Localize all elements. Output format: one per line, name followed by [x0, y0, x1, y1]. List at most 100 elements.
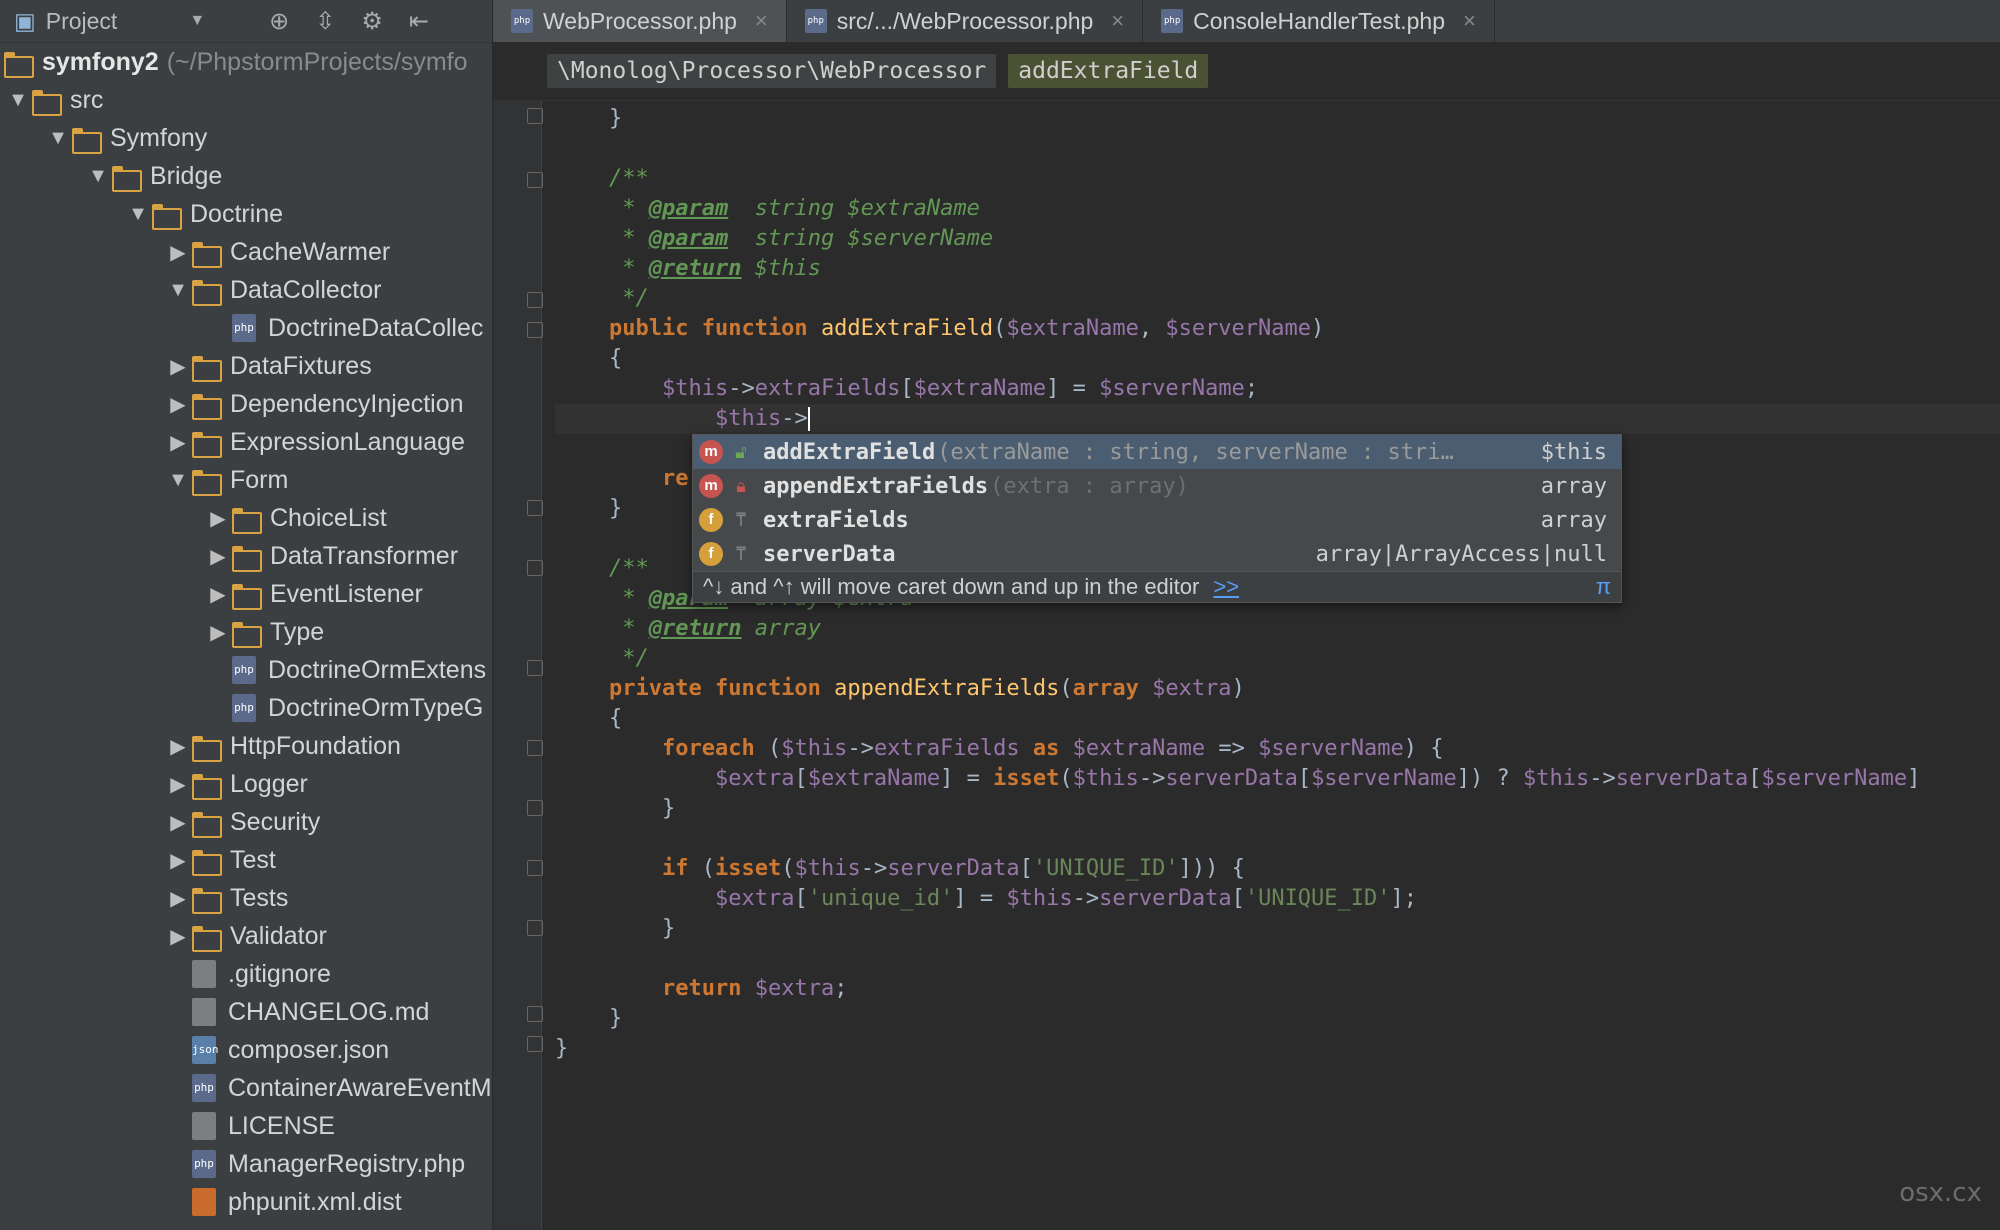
collapsed-arrow-icon[interactable]: ▶	[164, 734, 192, 759]
code-editor[interactable]: } /** * @param string $extraName * @para…	[555, 100, 2000, 1230]
tree-node[interactable]: ▶ Tests	[0, 879, 492, 917]
editor-tab[interactable]: php src/.../WebProcessor.php ×	[787, 0, 1144, 42]
tree-node[interactable]: ▶ Type	[0, 613, 492, 651]
tree-node[interactable]: ▶ DependencyInjection	[0, 385, 492, 423]
close-icon[interactable]: ×	[1463, 8, 1476, 34]
completion-item-type: array|ArrayAccess|null	[1315, 541, 1607, 567]
tree-node[interactable]: ▶ Security	[0, 803, 492, 841]
tree-node-label: symfony2	[42, 47, 159, 76]
completion-item[interactable]: m 🔒︎ appendExtraFields (extra : array) array	[693, 469, 1621, 503]
expanded-arrow-icon[interactable]: ▼	[4, 89, 32, 112]
fold-marker[interactable]	[527, 172, 543, 188]
completion-item-type: $this	[1540, 439, 1607, 465]
tree-node[interactable]: phpunit.xml.dist	[0, 1183, 492, 1221]
completion-hint-text: ^↓ and ^↑ will move caret down and up in…	[703, 574, 1200, 599]
collapsed-arrow-icon[interactable]: ▶	[204, 506, 232, 531]
breadcrumb-method[interactable]: addExtraField	[1008, 54, 1209, 88]
tree-node[interactable]: .gitignore	[0, 955, 492, 993]
tree-node[interactable]: ▶ DataFixtures	[0, 347, 492, 385]
tree-node[interactable]: ▶ ExpressionLanguage	[0, 423, 492, 461]
fold-marker[interactable]	[527, 1036, 543, 1052]
fold-marker[interactable]	[527, 500, 543, 516]
tree-node[interactable]: ▶ Validator	[0, 917, 492, 955]
tree-root[interactable]: symfony2 (~/PhpstormProjects/symfo	[0, 43, 492, 81]
pi-icon[interactable]: π	[1596, 574, 1611, 600]
expanded-arrow-icon[interactable]: ▼	[44, 127, 72, 150]
completion-more-link[interactable]: >>	[1213, 574, 1239, 600]
tree-node-label: LICENSE	[228, 1111, 335, 1140]
collapsed-arrow-icon[interactable]: ▶	[204, 620, 232, 645]
gear-icon[interactable]: ⚙	[361, 7, 383, 36]
completion-list: m 🔓︎ addExtraField (extraName : string, ser…	[693, 435, 1621, 571]
tree-node[interactable]: php DoctrineOrmExtens	[0, 651, 492, 689]
tree-node[interactable]: ▼ Doctrine	[0, 195, 492, 233]
code-line: */	[609, 286, 649, 311]
collapsed-arrow-icon[interactable]: ▶	[164, 240, 192, 265]
folder-icon	[232, 508, 262, 534]
tree-node[interactable]: ▶ CacheWarmer	[0, 233, 492, 271]
tree-node[interactable]: php ManagerRegistry.php	[0, 1145, 492, 1183]
close-icon[interactable]: ×	[1111, 8, 1124, 34]
fold-marker[interactable]	[527, 860, 543, 876]
tree-node[interactable]: php DoctrineOrmTypeG	[0, 689, 492, 727]
fold-marker[interactable]	[527, 560, 543, 576]
tree-node-label: DataTransformer	[270, 541, 459, 570]
tree-root-path: (~/PhpstormProjects/symfo	[166, 47, 468, 76]
completion-item[interactable]: f ⍑ serverData array|ArrayAccess|null	[693, 537, 1621, 571]
completion-item[interactable]: m 🔓︎ addExtraField (extraName : string, ser…	[693, 435, 1621, 469]
collapsed-arrow-icon[interactable]: ▶	[164, 810, 192, 835]
breadcrumb-class[interactable]: \Monolog\Processor\WebProcessor	[547, 54, 997, 88]
fold-marker[interactable]	[527, 660, 543, 676]
expanded-arrow-icon[interactable]: ▼	[164, 279, 192, 302]
completion-item[interactable]: f ⍑ extraFields array	[693, 503, 1621, 537]
close-icon[interactable]: ×	[755, 8, 768, 34]
tree-node[interactable]: ▼ DataCollector	[0, 271, 492, 309]
tree-node[interactable]: CHANGELOG.md	[0, 993, 492, 1031]
tree-node[interactable]: php DoctrineDataCollec	[0, 309, 492, 347]
fold-marker[interactable]	[527, 108, 543, 124]
fold-marker[interactable]	[527, 920, 543, 936]
editor-gutter[interactable]	[493, 100, 543, 1230]
chevron-down-icon[interactable]: ▼	[189, 12, 205, 30]
collapsed-arrow-icon[interactable]: ▶	[164, 772, 192, 797]
tree-node[interactable]: LICENSE	[0, 1107, 492, 1145]
code-line: {	[609, 706, 623, 731]
collapsed-arrow-icon[interactable]: ▶	[164, 848, 192, 873]
fold-marker[interactable]	[527, 740, 543, 756]
tree-node[interactable]: ▶ ChoiceList	[0, 499, 492, 537]
expanded-arrow-icon[interactable]: ▼	[164, 469, 192, 492]
collapsed-arrow-icon[interactable]: ▶	[204, 544, 232, 569]
tree-node[interactable]: ▶ Logger	[0, 765, 492, 803]
collapsed-arrow-icon[interactable]: ▶	[164, 354, 192, 379]
tree-node[interactable]: ▼ Bridge	[0, 157, 492, 195]
collapsed-arrow-icon[interactable]: ▶	[204, 582, 232, 607]
code-line: }	[609, 106, 623, 131]
tree-node[interactable]: ▼ Form	[0, 461, 492, 499]
collapsed-arrow-icon[interactable]: ▶	[164, 886, 192, 911]
fold-marker[interactable]	[527, 1006, 543, 1022]
tree-node[interactable]: ▶ Test	[0, 841, 492, 879]
expanded-arrow-icon[interactable]: ▼	[84, 165, 112, 188]
tree-node[interactable]: ▶ EventListener	[0, 575, 492, 613]
expanded-arrow-icon[interactable]: ▼	[124, 203, 152, 226]
tree-node[interactable]: json composer.json	[0, 1031, 492, 1069]
collapsed-arrow-icon[interactable]: ▶	[164, 430, 192, 455]
tree-node[interactable]: ▶ HttpFoundation	[0, 727, 492, 765]
fold-marker[interactable]	[527, 800, 543, 816]
hide-panel-icon[interactable]: ⇤	[409, 7, 429, 36]
collapsed-arrow-icon[interactable]: ▶	[164, 924, 192, 949]
tree-node[interactable]: ▼ Symfony	[0, 119, 492, 157]
editor-tab[interactable]: php ConsoleHandlerTest.php ×	[1143, 0, 1495, 42]
folder-icon	[32, 90, 62, 116]
collapsed-arrow-icon[interactable]: ▶	[164, 392, 192, 417]
tree-node[interactable]: ▼ src	[0, 81, 492, 119]
folder-icon	[192, 774, 222, 800]
fold-marker[interactable]	[527, 292, 543, 308]
fold-marker[interactable]	[527, 322, 543, 338]
tree-node[interactable]: ▶ DataTransformer	[0, 537, 492, 575]
editor-tab[interactable]: php WebProcessor.php ×	[493, 0, 787, 42]
tree-node[interactable]: php ContainerAwareEventM	[0, 1069, 492, 1107]
project-panel-title[interactable]: Project	[46, 8, 118, 35]
crosshair-icon[interactable]: ⊕	[269, 7, 289, 36]
collapse-all-icon[interactable]: ⇳	[315, 7, 335, 36]
